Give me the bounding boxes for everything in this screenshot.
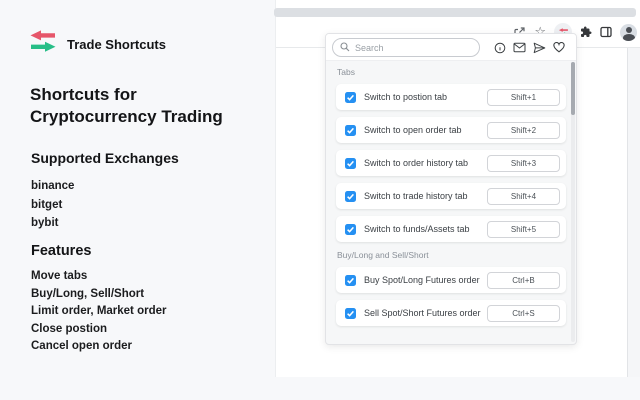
popup-scrollbar-thumb[interactable] [571,62,575,115]
feature-item: Close postion [31,322,108,335]
feature-item: Limit order, Market order [31,305,167,317]
checkbox-checked[interactable] [345,274,356,286]
checkbox-checked[interactable] [345,223,356,235]
shortcut-key-button[interactable]: Shift+1 [487,88,560,106]
checkbox-checked[interactable] [345,157,356,169]
shortcut-key-button[interactable]: Shift+4 [487,187,560,205]
exchange-item: bybit [31,217,59,229]
checkbox-checked[interactable] [345,190,356,202]
exchange-item: binance [31,180,75,192]
shortcut-row: Switch to open order tab Shift+2 [336,117,566,143]
shortcut-row: Switch to postion tab Shift+1 [336,84,566,110]
shortcut-row: Sell Spot/Short Futures order Ctrl+S [336,300,566,326]
shortcut-row: Buy Spot/Long Futures order Ctrl+B [336,267,566,293]
side-panel-icon[interactable] [600,26,612,38]
brand-name: Trade Shortcuts [67,37,166,52]
checkbox-checked[interactable] [345,307,356,319]
shortcut-label: Sell Spot/Short Futures order [364,308,481,318]
shortcut-label: Switch to postion tab [364,92,448,102]
section-label-buy-sell: Buy/Long and Sell/Short [337,250,429,260]
page-scrollbar-gutter[interactable] [627,48,640,377]
mail-icon[interactable] [513,42,526,53]
shortcut-key-button[interactable]: Shift+3 [487,154,560,172]
section-label-tabs: Tabs [337,67,355,77]
shortcut-label: Switch to trade history tab [364,191,468,201]
shortcut-label: Switch to funds/Assets tab [364,224,470,234]
send-icon[interactable] [533,42,546,54]
exchange-item: bitget [31,198,63,211]
feature-item: Buy/Long, Sell/Short [31,287,145,300]
shortcut-key-button[interactable]: Ctrl+S [487,304,560,322]
shortcut-label: Switch to open order tab [364,125,462,135]
shortcut-row: Switch to trade history tab Shift+4 [336,183,566,209]
supported-exchanges-heading: Supported Exchanges [31,150,179,166]
features-heading: Features [31,243,92,259]
trade-shortcuts-logo-icon [28,30,58,59]
hero-title: Shortcuts for Cryptocurrency Trading [30,84,270,129]
info-icon[interactable] [494,42,506,54]
shortcut-row: Switch to funds/Assets tab Shift+5 [336,216,566,242]
feature-item: Move tabs [31,270,88,282]
hero-title-line2: Cryptocurrency Trading [30,107,223,127]
shortcut-key-button[interactable]: Shift+2 [487,121,560,139]
profile-avatar[interactable] [620,23,637,41]
shortcut-list: Tabs Switch to postion tab Shift+1 Switc… [326,61,576,326]
shortcut-row: Switch to order history tab Shift+3 [336,150,566,176]
search-icon [340,39,350,57]
search-field[interactable] [332,38,480,57]
search-input[interactable] [355,42,465,53]
browser-tab-strip[interactable] [274,8,636,17]
extension-popup: Tabs Switch to postion tab Shift+1 Switc… [325,33,577,345]
checkbox-checked[interactable] [345,91,356,103]
feature-list: Move tabs Buy/Long, Sell/Short Limit ord… [31,268,166,356]
shortcut-key-button[interactable]: Shift+5 [487,220,560,238]
checkbox-checked[interactable] [345,124,356,136]
brand-row: Trade Shortcuts [28,30,166,59]
feature-item: Cancel open order [31,340,132,352]
popup-header [326,34,576,61]
extensions-puzzle-icon[interactable] [580,26,592,38]
exchange-list: binance bitget bybit [31,177,74,233]
shortcut-label: Buy Spot/Long Futures order [364,275,480,285]
heart-icon[interactable] [553,42,565,53]
hero-title-line1: Shortcuts for [30,85,137,104]
shortcut-label: Switch to order history tab [364,158,469,168]
shortcut-key-button[interactable]: Ctrl+B [487,271,560,289]
